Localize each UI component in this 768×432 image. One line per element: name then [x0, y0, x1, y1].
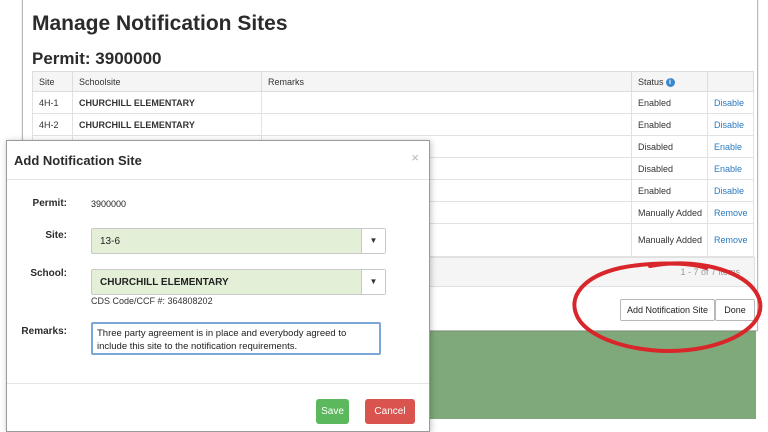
remarks-label: Remarks: — [21, 326, 67, 337]
row-action-link[interactable]: Disable — [714, 98, 744, 108]
cell-action: Disable — [707, 179, 754, 202]
school-select-value: CHURCHILL ELEMENTARY — [100, 277, 229, 288]
cell-action: Remove — [707, 201, 754, 224]
add-notification-site-button[interactable]: Add Notification Site — [620, 299, 716, 321]
cell-action: Disable — [707, 113, 754, 136]
row-action-link[interactable]: Remove — [714, 235, 748, 245]
table-row: 4H-1 CHURCHILL ELEMENTARY Enabled Disabl… — [32, 91, 754, 114]
row-action-link[interactable]: Disable — [714, 186, 744, 196]
table-header-row: Site Schoolsite Remarks Status i — [32, 71, 754, 92]
column-header-status: Status i — [631, 71, 708, 92]
add-notification-site-dialog: Add Notification Site × Permit: 3900000 … — [6, 140, 430, 432]
column-header-site: Site — [32, 71, 73, 92]
cell-status: Manually Added — [631, 223, 708, 257]
permit-heading: Permit: 3900000 — [32, 49, 162, 68]
cancel-button[interactable]: Cancel — [365, 399, 415, 424]
dialog-title: Add Notification Site — [14, 153, 142, 168]
row-action-link[interactable]: Remove — [714, 208, 748, 218]
dialog-header: Add Notification Site × — [7, 141, 429, 180]
green-background — [423, 327, 756, 419]
remarks-textarea[interactable]: Three party agreement is in place and ev… — [91, 322, 381, 355]
save-button[interactable]: Save — [316, 399, 349, 424]
column-header-status-label: Status — [638, 76, 664, 87]
permit-label: Permit: — [32, 198, 67, 209]
row-action-link[interactable]: Disable — [714, 120, 744, 130]
pager-info: 1 - 7 of 7 items — [680, 267, 740, 277]
row-action-link[interactable]: Enable — [714, 142, 742, 152]
cell-action: Disable — [707, 91, 754, 114]
cell-status: Enabled — [631, 113, 708, 136]
info-circle-icon[interactable]: i — [665, 77, 675, 87]
column-header-remarks: Remarks — [261, 71, 632, 92]
row-action-link[interactable]: Enable — [714, 164, 742, 174]
cell-action: Enable — [707, 157, 754, 180]
cell-school: CHURCHILL ELEMENTARY — [72, 91, 262, 114]
school-select[interactable]: CHURCHILL ELEMENTARY ▼ — [91, 269, 386, 295]
permit-value: 3900000 — [91, 199, 127, 209]
site-label: Site: — [45, 230, 67, 241]
cell-remarks — [261, 113, 632, 136]
cell-status: Disabled — [631, 135, 708, 158]
cell-status: Manually Added — [631, 201, 708, 224]
chevron-down-icon[interactable]: ▼ — [361, 270, 385, 294]
site-select[interactable]: 13-6 ▼ — [91, 228, 386, 254]
cell-status: Enabled — [631, 179, 708, 202]
chevron-down-icon[interactable]: ▼ — [361, 229, 385, 253]
table-row: 4H-2 CHURCHILL ELEMENTARY Enabled Disabl… — [32, 113, 754, 136]
cell-remarks — [261, 91, 632, 114]
cell-site: 4H-2 — [32, 113, 73, 136]
cell-status: Enabled — [631, 91, 708, 114]
cell-action: Enable — [707, 135, 754, 158]
page-title: Manage Notification Sites — [32, 12, 288, 35]
dialog-footer: Save Cancel — [7, 383, 429, 432]
cell-action: Remove — [707, 223, 754, 257]
cell-site: 4H-1 — [32, 91, 73, 114]
done-button[interactable]: Done — [715, 299, 755, 321]
school-label: School: — [30, 268, 67, 279]
column-header-action — [707, 71, 754, 92]
cds-code-text: CDS Code/CCF #: 364808202 — [91, 296, 213, 306]
cell-status: Disabled — [631, 157, 708, 180]
close-icon[interactable]: × — [411, 150, 419, 165]
cell-school: CHURCHILL ELEMENTARY — [72, 113, 262, 136]
site-select-value: 13-6 — [100, 236, 121, 247]
column-header-schoolsite: Schoolsite — [72, 71, 262, 92]
